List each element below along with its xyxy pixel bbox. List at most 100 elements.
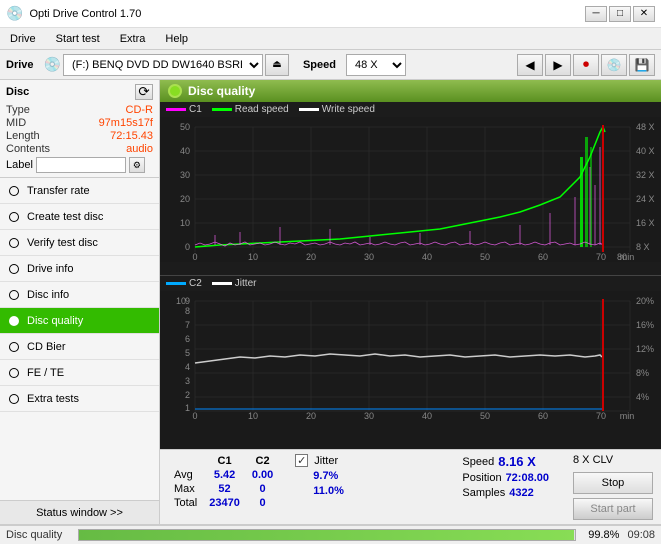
menu-help[interactable]: Help (159, 31, 194, 47)
svg-text:6: 6 (185, 334, 190, 344)
sidebar-label-create-test-disc: Create test disc (27, 211, 103, 223)
sidebar-item-transfer-rate[interactable]: Transfer rate (0, 178, 159, 204)
titlebar: 💿 Opti Drive Control 1.70 ─ □ ✕ (0, 0, 661, 28)
charts-area: C1 Read speed Write speed (160, 102, 661, 449)
sidebar-label-disc-info: Disc info (27, 289, 69, 301)
sidebar-item-create-test-disc[interactable]: Create test disc (0, 204, 159, 230)
disc-label-key: Label (6, 159, 33, 171)
c1-legend-color (166, 108, 186, 111)
position-value: 72:08.00 (506, 472, 549, 484)
svg-text:40 X: 40 X (636, 146, 655, 156)
avg-c2: 0.00 (246, 468, 279, 482)
progress-percent: 99.8% (588, 529, 619, 541)
write-speed-legend-label: Write speed (322, 104, 375, 115)
sidebar-item-drive-info[interactable]: Drive info (0, 256, 159, 282)
toolbar-btn-record[interactable]: ⏺ (573, 54, 599, 76)
svg-text:min: min (620, 252, 635, 262)
disc-quality-icon (6, 313, 22, 329)
speed-unit-value: 8 X CLV (573, 454, 613, 466)
write-speed-legend: Write speed (299, 104, 375, 115)
svg-text:10: 10 (248, 411, 258, 421)
svg-text:4%: 4% (636, 392, 649, 402)
disc-label-button[interactable]: ⚙ (129, 157, 145, 173)
speed-row: Speed 8.16 X (462, 454, 549, 469)
svg-text:12%: 12% (636, 344, 654, 354)
menu-start-test[interactable]: Start test (50, 31, 106, 47)
sidebar-item-fe-te[interactable]: FE / TE (0, 360, 159, 386)
menu-drive[interactable]: Drive (4, 31, 42, 47)
toolbar-btn-disc[interactable]: 💿 (601, 54, 627, 76)
sidebar-label-cd-bier: CD Bier (27, 341, 66, 353)
svg-text:20: 20 (180, 194, 190, 204)
statusbar: Disc quality 99.8% 09:08 (0, 524, 661, 544)
total-c2: 0 (246, 496, 279, 510)
speed-value: 8.16 X (498, 454, 536, 469)
action-buttons: 8 X CLV Stop Start part (565, 454, 653, 520)
disc-info-icon (6, 287, 22, 303)
disc-label-input[interactable] (36, 157, 126, 173)
read-speed-legend-color (212, 108, 232, 111)
stats-area: C1 C2 Avg 5.42 0.00 Max 52 0 Total 23470… (160, 449, 661, 524)
menu-extra[interactable]: Extra (114, 31, 152, 47)
disc-type-val: CD-R (126, 104, 154, 116)
samples-key: Samples (462, 487, 505, 499)
drive-icon: 💿 (44, 56, 61, 73)
avg-c1: 5.42 (203, 468, 246, 482)
avg-label: Avg (168, 468, 203, 482)
svg-text:2: 2 (185, 390, 190, 400)
disc-icon-button[interactable]: ⟳ (135, 84, 153, 100)
cd-bier-icon (6, 339, 22, 355)
progress-bar-fill (79, 530, 574, 540)
jitter-avg-row: 9.7% (295, 470, 344, 482)
start-part-button[interactable]: Start part (573, 498, 653, 520)
drive-label: Drive (6, 59, 34, 71)
sidebar-item-cd-bier[interactable]: CD Bier (0, 334, 159, 360)
svg-text:3: 3 (185, 376, 190, 386)
statusbar-time: 09:08 (627, 529, 655, 541)
sidebar-label-fe-te: FE / TE (27, 367, 64, 379)
svg-text:16 X: 16 X (636, 218, 655, 228)
write-speed-legend-color (299, 108, 319, 111)
sidebar-item-disc-quality[interactable]: Disc quality (0, 308, 159, 334)
eject-button[interactable]: ⏏ (265, 54, 289, 76)
svg-text:20: 20 (306, 252, 316, 262)
sidebar-menu: Transfer rate Create test disc Verify te… (0, 178, 159, 500)
jitter-legend-color (212, 282, 232, 285)
drive-select[interactable]: (F:) BENQ DVD DD DW1640 BSRB (63, 54, 263, 76)
transfer-rate-icon (6, 183, 22, 199)
top-chart-svg: 0 10 20 30 40 50 48 X 40 X 32 X 24 X 16 … (160, 117, 661, 262)
status-window-button[interactable]: Status window >> (0, 500, 159, 524)
svg-text:30: 30 (364, 252, 374, 262)
sidebar-item-extra-tests[interactable]: Extra tests (0, 386, 159, 412)
sidebar-item-verify-test-disc[interactable]: Verify test disc (0, 230, 159, 256)
svg-text:50: 50 (480, 252, 490, 262)
maximize-button[interactable]: □ (609, 6, 631, 22)
minimize-button[interactable]: ─ (585, 6, 607, 22)
toolbar-btn-next[interactable]: ▶ (545, 54, 571, 76)
c1-legend-label: C1 (189, 104, 202, 115)
stop-button[interactable]: Stop (573, 472, 653, 494)
total-c1: 23470 (203, 496, 246, 510)
svg-text:30: 30 (180, 170, 190, 180)
close-button[interactable]: ✕ (633, 6, 655, 22)
menubar: Drive Start test Extra Help (0, 28, 661, 50)
toolbar-btn-prev[interactable]: ◀ (517, 54, 543, 76)
sidebar-item-disc-info[interactable]: Disc info (0, 282, 159, 308)
svg-text:10: 10 (248, 252, 258, 262)
jitter-checkbox[interactable]: ✓ (295, 454, 308, 467)
speed-key: Speed (462, 456, 494, 468)
svg-text:40: 40 (422, 252, 432, 262)
main-area: Disc ⟳ Type CD-R MID 97m15s17f Length 72… (0, 80, 661, 524)
content-area: Disc quality C1 Read speed (160, 80, 661, 524)
toolbar-btn-save[interactable]: 💾 (629, 54, 655, 76)
speed-select[interactable]: 48 X (346, 54, 406, 76)
disc-contents-key: Contents (6, 143, 50, 155)
position-row: Position 72:08.00 (462, 472, 549, 484)
svg-text:1: 1 (185, 403, 190, 413)
disc-mid-row: MID 97m15s17f (6, 117, 153, 129)
read-speed-legend-label: Read speed (235, 104, 289, 115)
svg-text:70: 70 (596, 411, 606, 421)
sidebar-label-transfer-rate: Transfer rate (27, 185, 90, 197)
svg-text:8 X: 8 X (636, 242, 650, 252)
svg-text:60: 60 (538, 411, 548, 421)
